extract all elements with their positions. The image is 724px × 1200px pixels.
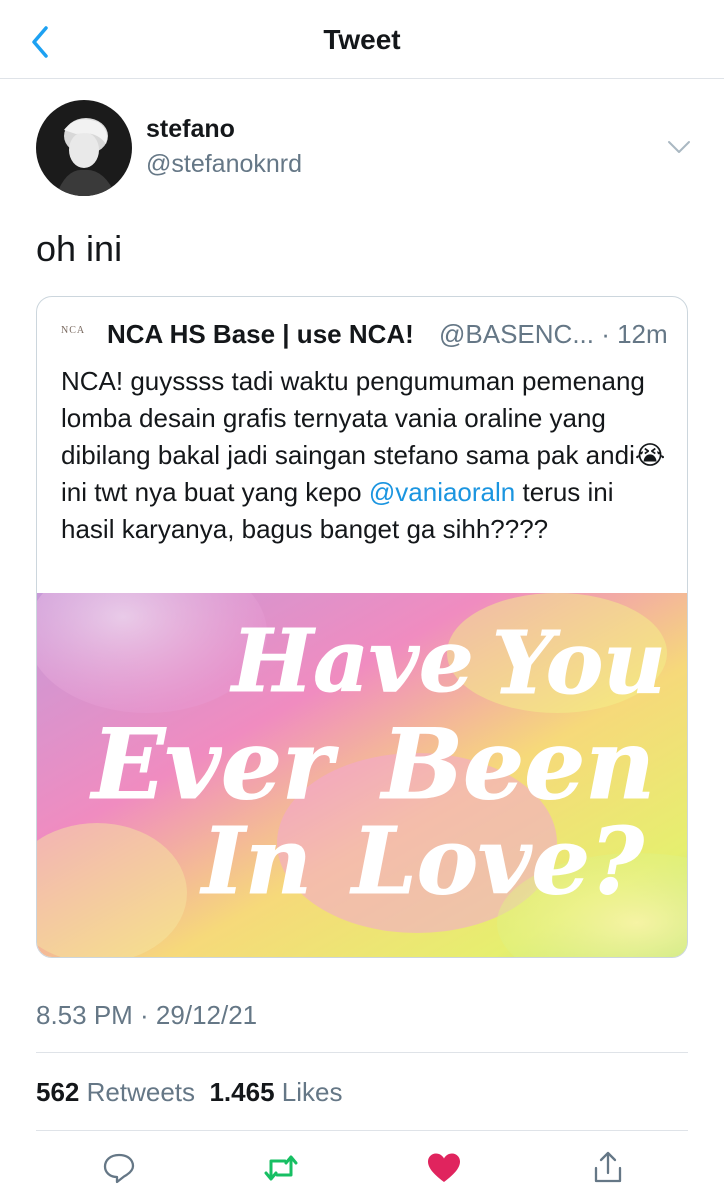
quoted-avatar: NCA bbox=[61, 325, 86, 336]
avatar[interactable] bbox=[36, 100, 132, 196]
divider bbox=[36, 1052, 688, 1053]
poster-artwork: Have You Ever Been In Love? bbox=[37, 593, 687, 957]
quoted-media-image[interactable]: Have You Ever Been In Love? bbox=[37, 593, 687, 957]
share-icon bbox=[594, 1151, 622, 1183]
tweet-text: oh ini bbox=[36, 228, 123, 269]
likes-stat[interactable]: 1.465 Likes bbox=[209, 1077, 342, 1107]
more-options-button[interactable] bbox=[664, 136, 694, 158]
reply-button[interactable] bbox=[99, 1148, 139, 1188]
divider bbox=[36, 1130, 688, 1131]
retweet-icon bbox=[264, 1155, 298, 1181]
retweets-label: Retweets bbox=[86, 1077, 196, 1107]
quoted-text-part2: ini twt nya buat yang kepo bbox=[61, 477, 369, 507]
poster-word-4: Been bbox=[379, 708, 655, 821]
heart-icon bbox=[428, 1153, 460, 1182]
poster-word-5: In bbox=[199, 807, 312, 915]
likes-count: 1.465 bbox=[209, 1077, 275, 1107]
poster-word-3: Ever bbox=[89, 708, 339, 821]
quoted-handle-text: @BASENC... bbox=[439, 319, 594, 349]
quoted-time: · 12m bbox=[601, 319, 668, 349]
reply-icon bbox=[103, 1153, 135, 1184]
tweet-timestamp: 8.53 PM · 29/12/21 bbox=[36, 1000, 258, 1030]
like-button[interactable] bbox=[424, 1148, 464, 1188]
quoted-author-handle: @BASENC... · 12m bbox=[439, 319, 668, 350]
retweets-count: 562 bbox=[36, 1077, 80, 1107]
engagement-stats: 562 Retweets 1.465 Likes bbox=[36, 1077, 342, 1108]
page-title: Tweet bbox=[323, 24, 401, 55]
chevron-down-icon bbox=[668, 141, 690, 153]
author-name[interactable]: stefano bbox=[146, 115, 235, 144]
retweets-stat[interactable]: 562 Retweets bbox=[36, 1077, 195, 1107]
crying-emoji-icon: 😭 bbox=[634, 440, 666, 470]
share-button[interactable] bbox=[588, 1148, 628, 1188]
avatar-image bbox=[36, 100, 132, 196]
poster-word-1: Have bbox=[229, 611, 474, 712]
poster-word-6: Love? bbox=[349, 807, 645, 915]
likes-label: Likes bbox=[281, 1077, 343, 1107]
quoted-text: NCA! guyssss tadi waktu pengumuman pemen… bbox=[61, 363, 671, 548]
author-handle[interactable]: @stefanoknrd bbox=[146, 150, 302, 179]
retweet-button[interactable] bbox=[261, 1148, 301, 1188]
quoted-author-name: NCA HS Base | use NCA! bbox=[107, 319, 414, 349]
mention-link[interactable]: @vaniaoraln bbox=[369, 477, 515, 507]
quoted-text-part1: NCA! guyssss tadi waktu pengumuman pemen… bbox=[61, 366, 645, 470]
quoted-tweet[interactable]: NCA NCA HS Base | use NCA! @BASENC... · … bbox=[36, 296, 688, 958]
poster-word-2: You bbox=[492, 613, 666, 714]
nav-bar: Tweet bbox=[0, 0, 724, 79]
